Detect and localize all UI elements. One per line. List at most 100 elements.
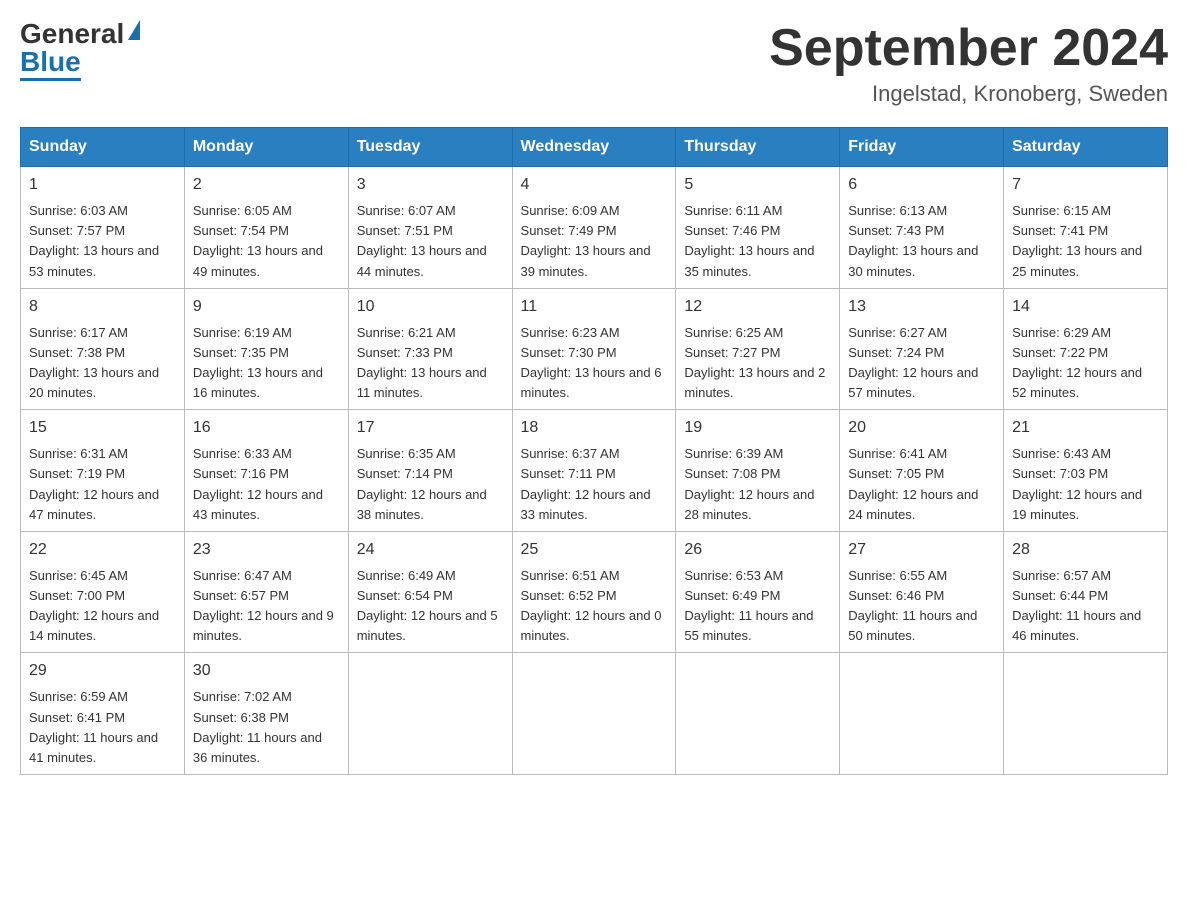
day-number: 28 — [1012, 538, 1159, 562]
day-number: 26 — [684, 538, 831, 562]
day-number: 6 — [848, 173, 995, 197]
calendar-week-row: 8 Sunrise: 6:17 AMSunset: 7:38 PMDayligh… — [21, 288, 1168, 410]
day-number: 4 — [521, 173, 668, 197]
day-number: 16 — [193, 416, 340, 440]
table-row: 26 Sunrise: 6:53 AMSunset: 6:49 PMDaylig… — [676, 531, 840, 653]
day-number: 5 — [684, 173, 831, 197]
day-info: Sunrise: 6:51 AMSunset: 6:52 PMDaylight:… — [521, 568, 662, 643]
day-number: 10 — [357, 295, 504, 319]
logo: General Blue — [20, 20, 140, 81]
calendar-title: September 2024 — [769, 20, 1168, 77]
calendar-week-row: 15 Sunrise: 6:31 AMSunset: 7:19 PMDaylig… — [21, 410, 1168, 532]
table-row: 27 Sunrise: 6:55 AMSunset: 6:46 PMDaylig… — [840, 531, 1004, 653]
table-row: 3 Sunrise: 6:07 AMSunset: 7:51 PMDayligh… — [348, 167, 512, 289]
day-number: 15 — [29, 416, 176, 440]
day-info: Sunrise: 6:15 AMSunset: 7:41 PMDaylight:… — [1012, 203, 1142, 278]
table-row: 14 Sunrise: 6:29 AMSunset: 7:22 PMDaylig… — [1004, 288, 1168, 410]
day-info: Sunrise: 6:57 AMSunset: 6:44 PMDaylight:… — [1012, 568, 1141, 643]
day-info: Sunrise: 6:53 AMSunset: 6:49 PMDaylight:… — [684, 568, 813, 643]
day-info: Sunrise: 6:03 AMSunset: 7:57 PMDaylight:… — [29, 203, 159, 278]
title-area: September 2024 Ingelstad, Kronoberg, Swe… — [769, 20, 1168, 107]
day-number: 30 — [193, 659, 340, 683]
table-row: 7 Sunrise: 6:15 AMSunset: 7:41 PMDayligh… — [1004, 167, 1168, 289]
day-info: Sunrise: 6:11 AMSunset: 7:46 PMDaylight:… — [684, 203, 814, 278]
day-number: 3 — [357, 173, 504, 197]
table-row: 1 Sunrise: 6:03 AMSunset: 7:57 PMDayligh… — [21, 167, 185, 289]
calendar-week-row: 1 Sunrise: 6:03 AMSunset: 7:57 PMDayligh… — [21, 167, 1168, 289]
table-row: 15 Sunrise: 6:31 AMSunset: 7:19 PMDaylig… — [21, 410, 185, 532]
day-info: Sunrise: 6:41 AMSunset: 7:05 PMDaylight:… — [848, 446, 978, 521]
day-info: Sunrise: 6:05 AMSunset: 7:54 PMDaylight:… — [193, 203, 323, 278]
table-row: 6 Sunrise: 6:13 AMSunset: 7:43 PMDayligh… — [840, 167, 1004, 289]
logo-triangle-icon — [128, 20, 140, 40]
logo-general-text: General — [20, 20, 124, 48]
table-row: 30 Sunrise: 7:02 AMSunset: 6:38 PMDaylig… — [184, 653, 348, 775]
day-info: Sunrise: 6:25 AMSunset: 7:27 PMDaylight:… — [684, 325, 825, 400]
table-row: 28 Sunrise: 6:57 AMSunset: 6:44 PMDaylig… — [1004, 531, 1168, 653]
table-row: 25 Sunrise: 6:51 AMSunset: 6:52 PMDaylig… — [512, 531, 676, 653]
calendar-subtitle: Ingelstad, Kronoberg, Sweden — [769, 81, 1168, 107]
day-info: Sunrise: 6:45 AMSunset: 7:00 PMDaylight:… — [29, 568, 159, 643]
day-info: Sunrise: 6:27 AMSunset: 7:24 PMDaylight:… — [848, 325, 978, 400]
calendar-week-row: 22 Sunrise: 6:45 AMSunset: 7:00 PMDaylig… — [21, 531, 1168, 653]
day-number: 22 — [29, 538, 176, 562]
col-thursday: Thursday — [676, 128, 840, 167]
day-number: 18 — [521, 416, 668, 440]
day-info: Sunrise: 7:02 AMSunset: 6:38 PMDaylight:… — [193, 689, 322, 764]
day-number: 29 — [29, 659, 176, 683]
day-number: 25 — [521, 538, 668, 562]
day-info: Sunrise: 6:31 AMSunset: 7:19 PMDaylight:… — [29, 446, 159, 521]
day-info: Sunrise: 6:55 AMSunset: 6:46 PMDaylight:… — [848, 568, 977, 643]
calendar-table: Sunday Monday Tuesday Wednesday Thursday… — [20, 127, 1168, 775]
day-number: 19 — [684, 416, 831, 440]
day-info: Sunrise: 6:21 AMSunset: 7:33 PMDaylight:… — [357, 325, 487, 400]
day-number: 7 — [1012, 173, 1159, 197]
table-row: 10 Sunrise: 6:21 AMSunset: 7:33 PMDaylig… — [348, 288, 512, 410]
table-row — [1004, 653, 1168, 775]
table-row — [840, 653, 1004, 775]
table-row: 11 Sunrise: 6:23 AMSunset: 7:30 PMDaylig… — [512, 288, 676, 410]
logo-blue-text: Blue — [20, 48, 81, 76]
col-wednesday: Wednesday — [512, 128, 676, 167]
day-info: Sunrise: 6:37 AMSunset: 7:11 PMDaylight:… — [521, 446, 651, 521]
table-row: 2 Sunrise: 6:05 AMSunset: 7:54 PMDayligh… — [184, 167, 348, 289]
day-info: Sunrise: 6:47 AMSunset: 6:57 PMDaylight:… — [193, 568, 334, 643]
table-row: 13 Sunrise: 6:27 AMSunset: 7:24 PMDaylig… — [840, 288, 1004, 410]
day-info: Sunrise: 6:07 AMSunset: 7:51 PMDaylight:… — [357, 203, 487, 278]
day-number: 11 — [521, 295, 668, 319]
day-info: Sunrise: 6:17 AMSunset: 7:38 PMDaylight:… — [29, 325, 159, 400]
table-row: 24 Sunrise: 6:49 AMSunset: 6:54 PMDaylig… — [348, 531, 512, 653]
day-number: 20 — [848, 416, 995, 440]
day-number: 13 — [848, 295, 995, 319]
day-info: Sunrise: 6:23 AMSunset: 7:30 PMDaylight:… — [521, 325, 662, 400]
table-row: 18 Sunrise: 6:37 AMSunset: 7:11 PMDaylig… — [512, 410, 676, 532]
table-row: 21 Sunrise: 6:43 AMSunset: 7:03 PMDaylig… — [1004, 410, 1168, 532]
day-number: 8 — [29, 295, 176, 319]
table-row: 22 Sunrise: 6:45 AMSunset: 7:00 PMDaylig… — [21, 531, 185, 653]
table-row: 4 Sunrise: 6:09 AMSunset: 7:49 PMDayligh… — [512, 167, 676, 289]
day-info: Sunrise: 6:19 AMSunset: 7:35 PMDaylight:… — [193, 325, 323, 400]
col-tuesday: Tuesday — [348, 128, 512, 167]
day-number: 12 — [684, 295, 831, 319]
col-saturday: Saturday — [1004, 128, 1168, 167]
table-row: 16 Sunrise: 6:33 AMSunset: 7:16 PMDaylig… — [184, 410, 348, 532]
table-row — [676, 653, 840, 775]
header-row: Sunday Monday Tuesday Wednesday Thursday… — [21, 128, 1168, 167]
logo-underline — [20, 78, 81, 81]
day-number: 24 — [357, 538, 504, 562]
col-sunday: Sunday — [21, 128, 185, 167]
day-number: 2 — [193, 173, 340, 197]
day-number: 27 — [848, 538, 995, 562]
table-row: 19 Sunrise: 6:39 AMSunset: 7:08 PMDaylig… — [676, 410, 840, 532]
day-info: Sunrise: 6:29 AMSunset: 7:22 PMDaylight:… — [1012, 325, 1142, 400]
day-info: Sunrise: 6:13 AMSunset: 7:43 PMDaylight:… — [848, 203, 978, 278]
table-row: 23 Sunrise: 6:47 AMSunset: 6:57 PMDaylig… — [184, 531, 348, 653]
day-number: 14 — [1012, 295, 1159, 319]
table-row: 20 Sunrise: 6:41 AMSunset: 7:05 PMDaylig… — [840, 410, 1004, 532]
day-info: Sunrise: 6:59 AMSunset: 6:41 PMDaylight:… — [29, 689, 158, 764]
header: General Blue September 2024 Ingelstad, K… — [20, 20, 1168, 107]
day-info: Sunrise: 6:39 AMSunset: 7:08 PMDaylight:… — [684, 446, 814, 521]
day-info: Sunrise: 6:33 AMSunset: 7:16 PMDaylight:… — [193, 446, 323, 521]
table-row — [348, 653, 512, 775]
day-info: Sunrise: 6:09 AMSunset: 7:49 PMDaylight:… — [521, 203, 651, 278]
